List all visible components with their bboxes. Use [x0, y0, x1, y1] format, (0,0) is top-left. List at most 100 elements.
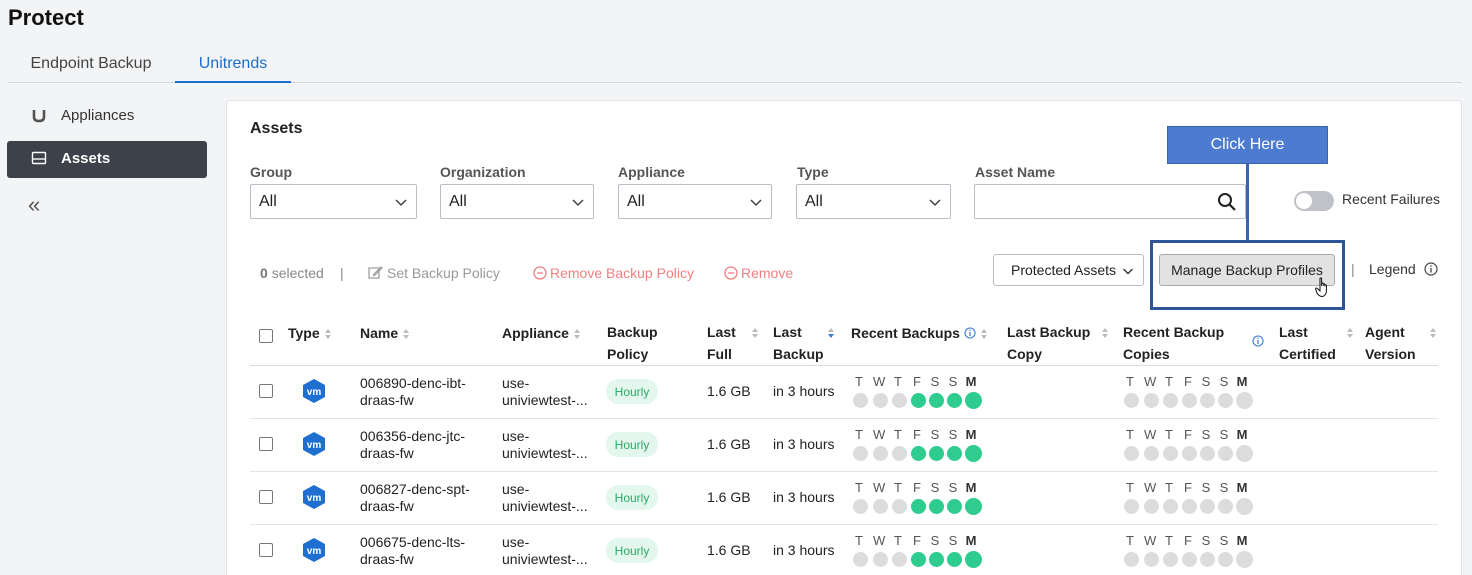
column-header-type[interactable]: Type: [288, 322, 332, 344]
row-checkbox[interactable]: [259, 490, 273, 504]
row-checkbox[interactable]: [259, 384, 273, 398]
success-dot[interactable]: [929, 499, 944, 514]
no-backup-dot[interactable]: [853, 499, 868, 514]
no-backup-dot[interactable]: [1218, 499, 1233, 514]
recent-failures-toggle[interactable]: [1294, 191, 1334, 211]
no-backup-dot[interactable]: [1144, 552, 1159, 567]
no-backup-dot[interactable]: [1200, 499, 1215, 514]
tab-unitrends[interactable]: Unitrends: [175, 52, 291, 83]
search-icon[interactable]: [1217, 192, 1237, 212]
no-backup-dot[interactable]: [1200, 446, 1215, 461]
no-backup-dot[interactable]: [892, 393, 907, 408]
column-header-last-backup-copy[interactable]: Last Backup Copy: [1007, 321, 1108, 365]
no-backup-dot[interactable]: [1163, 393, 1178, 408]
success-dot[interactable]: [947, 393, 962, 408]
asset-name-search[interactable]: [974, 184, 1246, 219]
no-backup-dot[interactable]: [1124, 499, 1139, 514]
select-all-checkbox[interactable]: [259, 329, 273, 343]
column-header-agent-version[interactable]: Agent Version: [1365, 321, 1437, 365]
set-backup-policy-button[interactable]: Set Backup Policy: [368, 265, 500, 281]
no-backup-dot[interactable]: [873, 499, 888, 514]
column-header-name[interactable]: Name: [360, 322, 410, 344]
organization-select[interactable]: All: [440, 184, 594, 219]
asset-name[interactable]: 006827-denc-spt-draas-fw: [360, 481, 490, 515]
no-backup-dot[interactable]: [1124, 393, 1139, 408]
success-dot[interactable]: [911, 446, 926, 461]
remove-backup-policy-button[interactable]: Remove Backup Policy: [533, 265, 694, 281]
no-backup-dot[interactable]: [892, 446, 907, 461]
no-backup-dot[interactable]: [1163, 552, 1178, 567]
success-dot[interactable]: [965, 551, 982, 568]
no-backup-dot[interactable]: [1163, 446, 1178, 461]
manage-backup-profiles-button[interactable]: Manage Backup Profiles: [1159, 254, 1335, 286]
no-backup-dot[interactable]: [1144, 499, 1159, 514]
asset-name[interactable]: 006356-denc-jtc-draas-fw: [360, 428, 490, 462]
column-header-last-certified[interactable]: Last Certified: [1279, 321, 1354, 365]
no-backup-dot[interactable]: [1144, 446, 1159, 461]
success-dot[interactable]: [929, 393, 944, 408]
no-backup-dot[interactable]: [892, 499, 907, 514]
no-backup-dot[interactable]: [853, 552, 868, 567]
no-backup-dot[interactable]: [1236, 498, 1253, 515]
no-backup-dot[interactable]: [1124, 446, 1139, 461]
no-backup-dot[interactable]: [1182, 499, 1197, 514]
no-backup-dot[interactable]: [1200, 393, 1215, 408]
success-dot[interactable]: [947, 552, 962, 567]
no-backup-dot[interactable]: [873, 552, 888, 567]
row-checkbox[interactable]: [259, 543, 273, 557]
no-backup-dot[interactable]: [1236, 551, 1253, 568]
column-header-last-backup[interactable]: Last Backup: [773, 321, 838, 365]
no-backup-dot[interactable]: [892, 552, 907, 567]
no-backup-dot[interactable]: [1218, 446, 1233, 461]
column-header-appliance[interactable]: Appliance: [502, 322, 581, 344]
no-backup-dot[interactable]: [1163, 499, 1178, 514]
type-select[interactable]: All: [796, 184, 951, 219]
success-dot[interactable]: [965, 498, 982, 515]
table-row[interactable]: vm 006827-denc-spt-draas-fw use-univiewtes…: [250, 472, 1438, 525]
tab-endpoint-backup[interactable]: Endpoint Backup: [8, 52, 174, 83]
info-icon[interactable]: [1252, 335, 1264, 347]
success-dot[interactable]: [965, 445, 982, 462]
legend-button[interactable]: Legend: [1369, 261, 1438, 277]
column-header-recent-backups[interactable]: Recent Backups: [851, 322, 988, 344]
table-row[interactable]: vm 006890-denc-ibt-draas-fw use-univiewtes…: [250, 366, 1438, 419]
success-dot[interactable]: [965, 392, 982, 409]
success-dot[interactable]: [911, 552, 926, 567]
success-dot[interactable]: [929, 552, 944, 567]
success-dot[interactable]: [911, 499, 926, 514]
info-icon[interactable]: [964, 327, 976, 339]
success-dot[interactable]: [929, 446, 944, 461]
group-select[interactable]: All: [250, 184, 417, 219]
column-header-backup-policy[interactable]: Backup Policy: [607, 321, 658, 365]
remove-button[interactable]: Remove: [724, 265, 793, 281]
no-backup-dot[interactable]: [1236, 445, 1253, 462]
table-row[interactable]: vm 006675-denc-lts-draas-fw use-univiewtes…: [250, 525, 1438, 575]
row-checkbox[interactable]: [259, 437, 273, 451]
success-dot[interactable]: [911, 393, 926, 408]
appliance-select[interactable]: All: [618, 184, 772, 219]
success-dot[interactable]: [947, 446, 962, 461]
no-backup-dot[interactable]: [873, 446, 888, 461]
no-backup-dot[interactable]: [1218, 552, 1233, 567]
no-backup-dot[interactable]: [1124, 552, 1139, 567]
collapse-sidebar-icon[interactable]: «: [28, 192, 40, 218]
no-backup-dot[interactable]: [1182, 446, 1197, 461]
no-backup-dot[interactable]: [1218, 393, 1233, 408]
sidebar-item-appliances[interactable]: Appliances: [7, 98, 207, 135]
asset-name[interactable]: 006675-denc-lts-draas-fw: [360, 534, 490, 568]
no-backup-dot[interactable]: [873, 393, 888, 408]
column-header-last-full[interactable]: Last Full: [707, 321, 762, 365]
no-backup-dot[interactable]: [1200, 552, 1215, 567]
protected-assets-dropdown[interactable]: Protected Assets: [993, 254, 1144, 286]
success-dot[interactable]: [947, 499, 962, 514]
no-backup-dot[interactable]: [853, 446, 868, 461]
no-backup-dot[interactable]: [1236, 392, 1253, 409]
table-row[interactable]: vm 006356-denc-jtc-draas-fw use-univiewtes…: [250, 419, 1438, 472]
no-backup-dot[interactable]: [1182, 552, 1197, 567]
no-backup-dot[interactable]: [1144, 393, 1159, 408]
sidebar-item-assets[interactable]: Assets: [7, 141, 207, 178]
no-backup-dot[interactable]: [1182, 393, 1197, 408]
no-backup-dot[interactable]: [853, 393, 868, 408]
column-header-recent-backup-copies[interactable]: Recent Backup Copies: [1123, 321, 1267, 365]
asset-name[interactable]: 006890-denc-ibt-draas-fw: [360, 375, 490, 409]
